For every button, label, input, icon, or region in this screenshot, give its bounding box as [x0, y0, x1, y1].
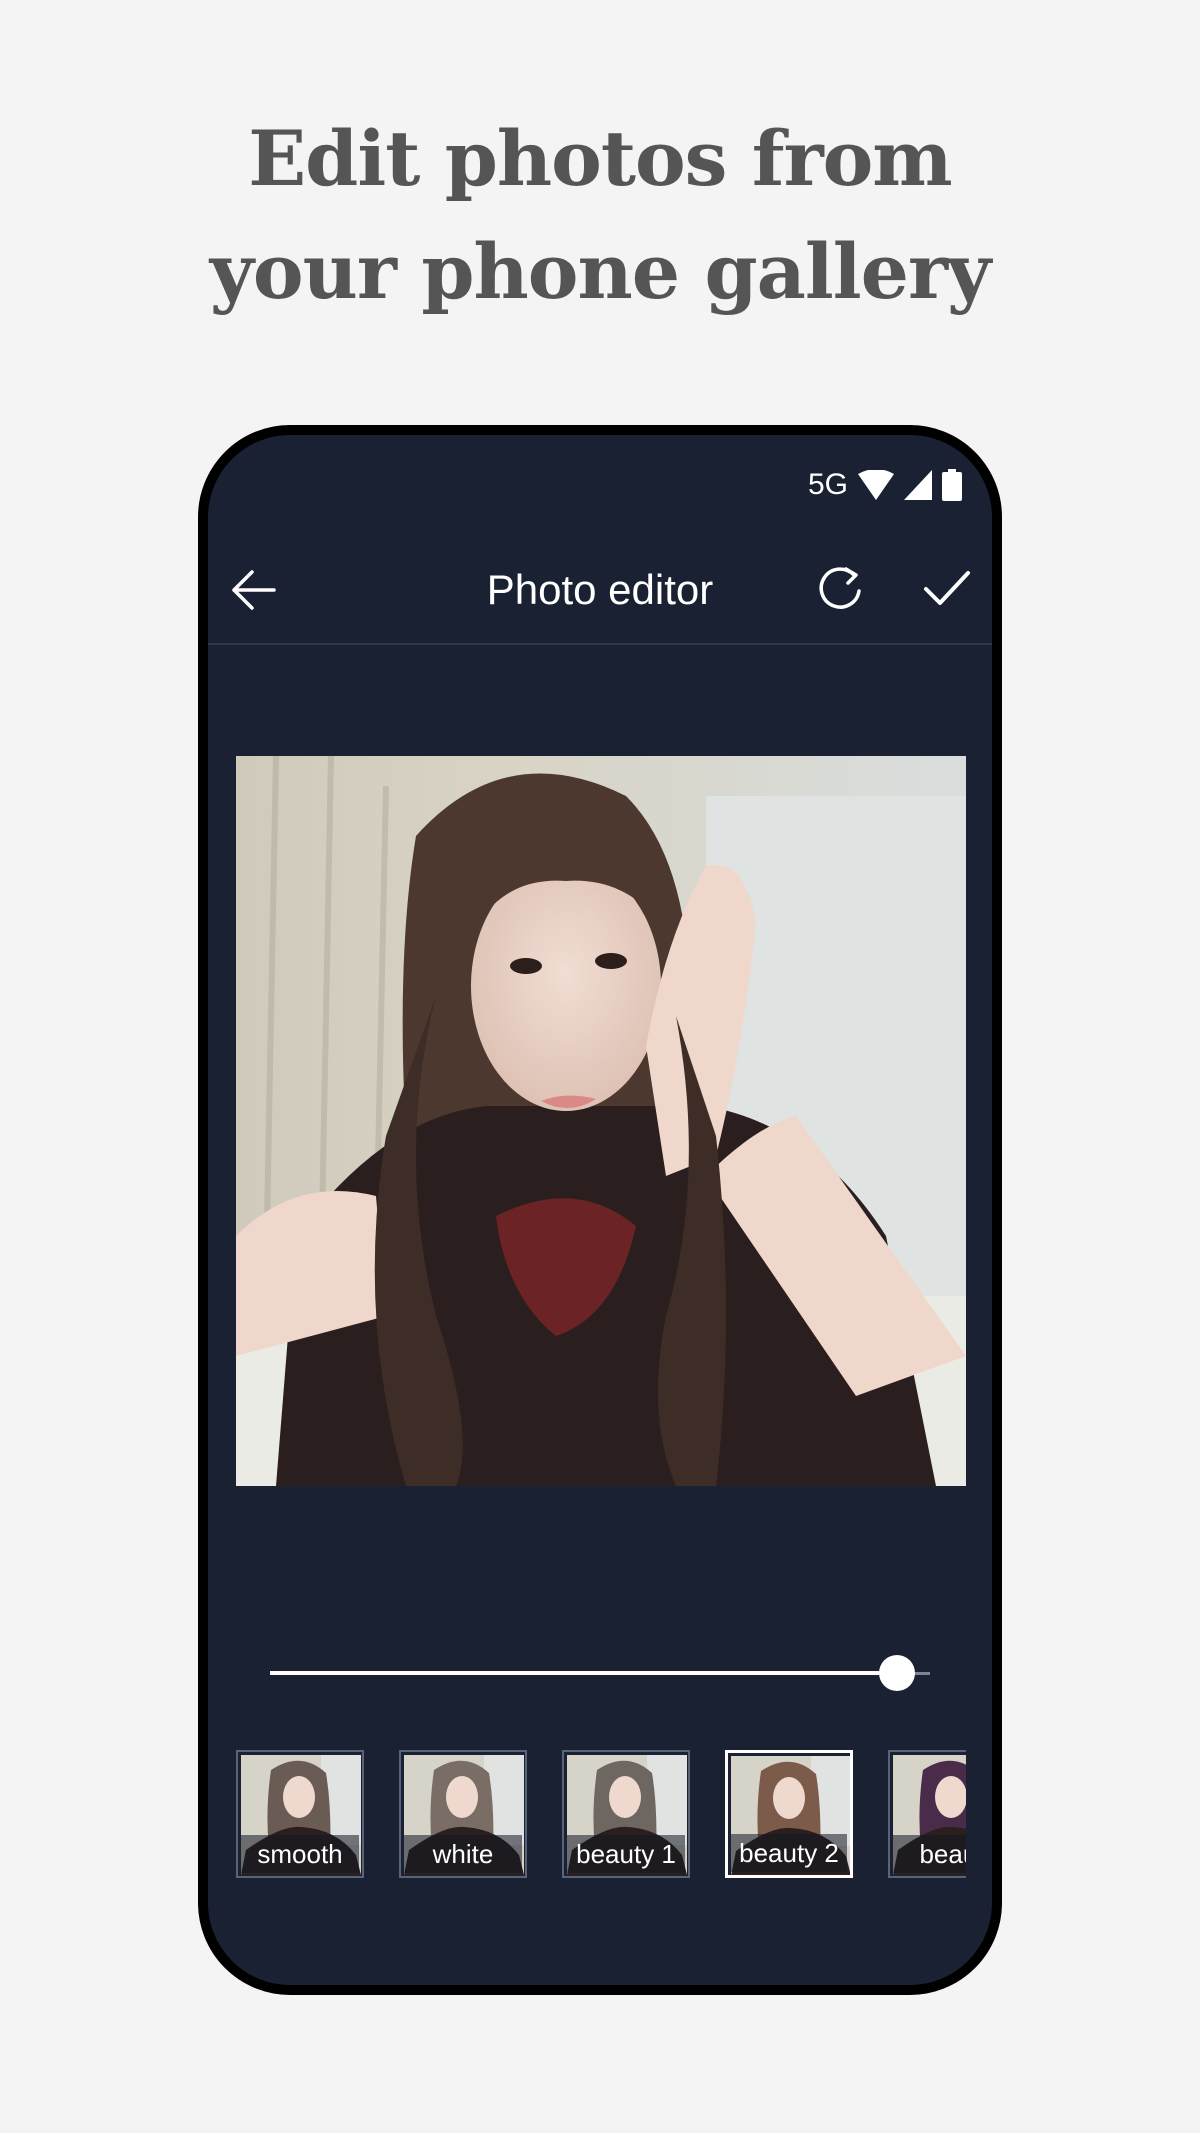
- photo-preview[interactable]: [236, 756, 966, 1486]
- app-bar: Photo editor: [208, 535, 992, 645]
- refresh-icon[interactable]: [814, 563, 866, 615]
- wifi-icon: [858, 470, 894, 500]
- slider-fill: [270, 1671, 897, 1675]
- network-type: 5G: [807, 468, 848, 501]
- signal-icon: [904, 470, 932, 500]
- filter-item[interactable]: beauty 2: [725, 1750, 853, 1878]
- filter-label: smooth: [241, 1835, 359, 1873]
- filter-item[interactable]: beaut: [888, 1750, 966, 1878]
- filter-label: beaut: [893, 1835, 966, 1873]
- slider-thumb[interactable]: [879, 1655, 915, 1691]
- page-title: Photo editor: [486, 566, 714, 613]
- filter-item[interactable]: white: [399, 1750, 527, 1878]
- promo-headline-line-2: your phone gallery: [209, 227, 991, 316]
- intensity-slider[interactable]: [270, 1653, 930, 1693]
- phone-frame: 5G Photo editor smooth white beauty 1 be…: [198, 425, 1002, 1995]
- filter-label: white: [404, 1835, 522, 1873]
- filter-label: beauty 1: [567, 1835, 685, 1873]
- filter-label: beauty 2: [731, 1834, 847, 1872]
- checkmark-icon[interactable]: [922, 569, 972, 609]
- status-bar: 5G: [808, 467, 962, 503]
- battery-icon: [942, 469, 962, 501]
- promo-headline: Edit photos from your phone gallery: [0, 102, 1200, 328]
- filter-strip: smooth white beauty 1 beauty 2 beaut: [236, 1750, 966, 1884]
- filter-item[interactable]: smooth: [236, 1750, 364, 1878]
- promo-headline-line-1: Edit photos from: [248, 114, 952, 203]
- filter-item[interactable]: beauty 1: [562, 1750, 690, 1878]
